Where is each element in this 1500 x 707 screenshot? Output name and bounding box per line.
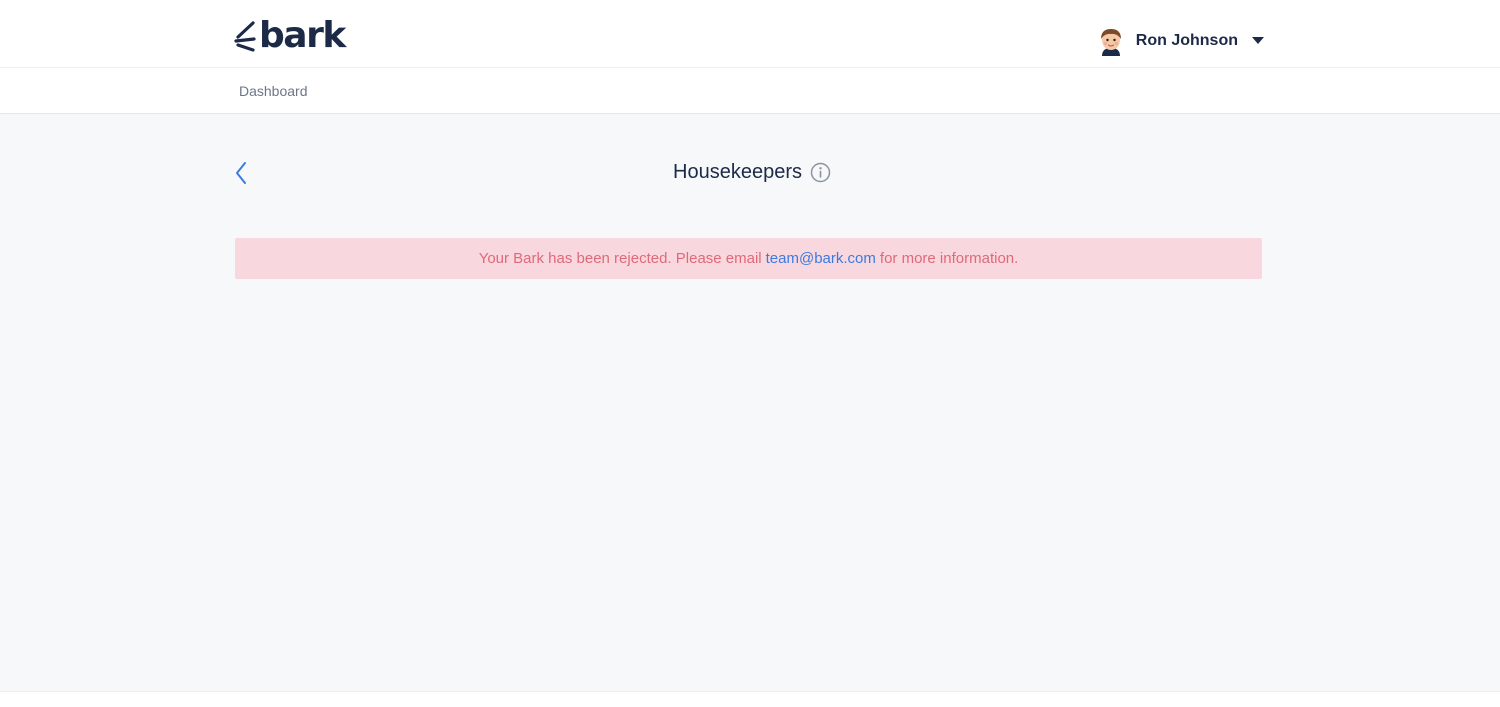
logo-text: bark (259, 15, 346, 56)
caret-down-icon (1252, 37, 1264, 44)
user-menu[interactable]: Ron Johnson (1096, 24, 1264, 58)
dashboard-link[interactable]: Dashboard (239, 83, 308, 99)
avatar-icon (1100, 29, 1121, 56)
sub-navigation: Dashboard (0, 68, 1500, 114)
top-header: bark Ron Johnson (0, 0, 1500, 68)
bark-logo-icon (234, 21, 256, 52)
alert-text-before: Your Bark has been rejected. Please emai… (478, 250, 762, 267)
alert-text-after: for more information. (879, 250, 1019, 267)
page-title: Housekeepers (673, 160, 802, 183)
bark-logo[interactable]: bark (234, 15, 346, 56)
support-email-link[interactable]: team@bark.com (766, 250, 876, 267)
user-name: Ron Johnson (1135, 32, 1238, 49)
rejection-alert: Your Bark has been rejected. Please emai… (235, 238, 1262, 279)
info-icon[interactable] (810, 162, 831, 183)
main-content: Housekeepers Your Bark has been rejected… (0, 114, 1500, 692)
title-row: Housekeepers (0, 156, 1500, 188)
